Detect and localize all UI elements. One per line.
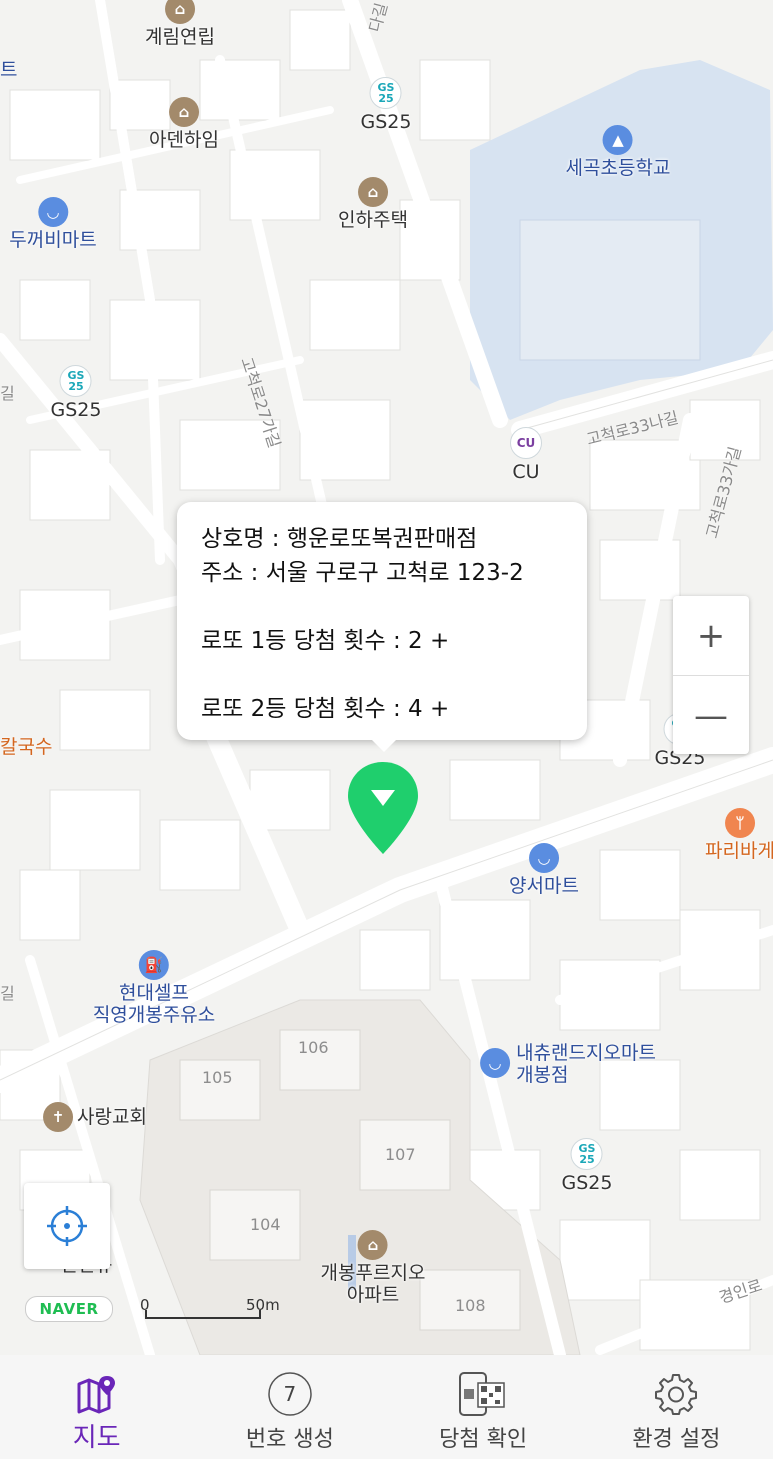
gs25-icon: GS25 (370, 77, 402, 109)
map-scale-bar: 0 50m (140, 1296, 280, 1326)
tab-map[interactable]: 지도 (0, 1355, 193, 1459)
store-location-pin[interactable] (346, 760, 420, 856)
poi-marker[interactable]: GS25 GS25 (51, 365, 101, 421)
naver-logo: NAVER (25, 1296, 113, 1322)
poi-marker[interactable]: ⌂ 계림연립 (145, 0, 215, 48)
house-icon: ⌂ (168, 97, 199, 127)
bottom-navigation: 지도 7 번호 생성 당첨 확인 환경 설정 (0, 1355, 773, 1459)
poi-label-partial: 칼국수 (0, 736, 53, 758)
building-number: 108 (455, 1296, 486, 1315)
house-icon: ⌂ (164, 0, 195, 24)
gs25-icon: GS25 (60, 365, 92, 397)
poi-marker[interactable]: ▲ 세곡초등학교 (566, 125, 670, 179)
zoom-controls: + — (673, 596, 749, 754)
poi-marker[interactable]: ◡ 두꺼비마트 (9, 197, 97, 251)
basket-icon: ◡ (38, 197, 68, 227)
poi-marker[interactable]: GS25 GS25 (562, 1138, 612, 1194)
zoom-out-button[interactable]: — (673, 675, 749, 755)
first-prize-count: 로또 1등 당첨 횟수 : 2 + (201, 628, 450, 654)
poi-label-partial: 트 (0, 59, 18, 81)
poi-marker[interactable]: ⛽ 현대셀프 직영개봉주유소 (93, 950, 215, 1026)
poi-marker[interactable]: ᛘ 파리바게 (705, 808, 773, 862)
building-number: 104 (250, 1215, 281, 1234)
tab-check-winning[interactable]: 당첨 확인 (387, 1355, 580, 1459)
lotto-ball-number: 7 (283, 1382, 297, 1406)
tab-settings[interactable]: 환경 설정 (580, 1355, 773, 1459)
basket-icon: ◡ (480, 1048, 511, 1078)
tab-settings-label: 환경 설정 (632, 1427, 721, 1452)
building-number: 105 (202, 1068, 233, 1087)
poi-marker[interactable]: CU CU (510, 427, 542, 483)
current-location-button[interactable] (24, 1183, 110, 1269)
tab-number-generate-label: 번호 생성 (245, 1427, 334, 1452)
house-icon: ⌂ (357, 1230, 388, 1260)
qr-scan-icon (459, 1372, 505, 1416)
building-number: 107 (385, 1145, 416, 1164)
second-prize-count: 로또 2등 당첨 횟수 : 4 + (201, 696, 450, 722)
gear-icon (655, 1374, 698, 1415)
basket-icon: ◡ (528, 843, 559, 873)
store-info-popup[interactable]: 상호명 : 행운로또복권판매점 주소 : 서울 구로구 고척로 123-2 로또… (177, 502, 587, 752)
poi-marker[interactable]: ◡ 내츄랜드지오마트 개봉점 (480, 1042, 656, 1086)
zoom-in-button[interactable]: + (673, 596, 749, 675)
tab-map-label: 지도 (72, 1423, 121, 1453)
store-name: 상호명 : 행운로또복권판매점 (201, 526, 478, 552)
poi-marker[interactable]: ◡ 양서마트 (509, 843, 579, 897)
gas-station-icon: ⛽ (139, 950, 169, 980)
scale-line (145, 1310, 261, 1319)
cu-icon: CU (510, 427, 542, 459)
store-address: 주소 : 서울 구로구 고척로 123-2 (201, 560, 524, 586)
church-icon: ✝ (43, 1102, 74, 1132)
poi-marker[interactable]: ⌂ 인하주택 (338, 177, 408, 231)
poi-marker[interactable]: ⌂ 아덴하임 (149, 97, 219, 151)
restaurant-icon: ᛘ (724, 808, 755, 838)
crosshair-icon (47, 1206, 87, 1246)
map-pin-icon (77, 1376, 115, 1414)
gs25-icon: GS25 (571, 1138, 603, 1170)
road-label-partial: 길 (0, 984, 15, 1003)
poi-marker[interactable]: ✝ 사랑교회 (43, 1102, 147, 1132)
road-label-partial: 길 (0, 384, 15, 403)
poi-marker[interactable]: GS25 GS25 (361, 77, 411, 133)
house-icon: ⌂ (357, 177, 388, 207)
tab-number-generate[interactable]: 7 번호 생성 (193, 1355, 386, 1459)
building-number: 106 (298, 1038, 329, 1057)
poi-marker[interactable]: ⌂ 개봉푸르지오 아파트 (321, 1230, 425, 1306)
school-icon: ▲ (602, 125, 633, 155)
map-view[interactable]: 고척로27가길 고척로33나길 고척로33가길 다길 경인로 106 105 1… (0, 0, 773, 1355)
tab-check-winning-label: 당첨 확인 (439, 1427, 528, 1452)
